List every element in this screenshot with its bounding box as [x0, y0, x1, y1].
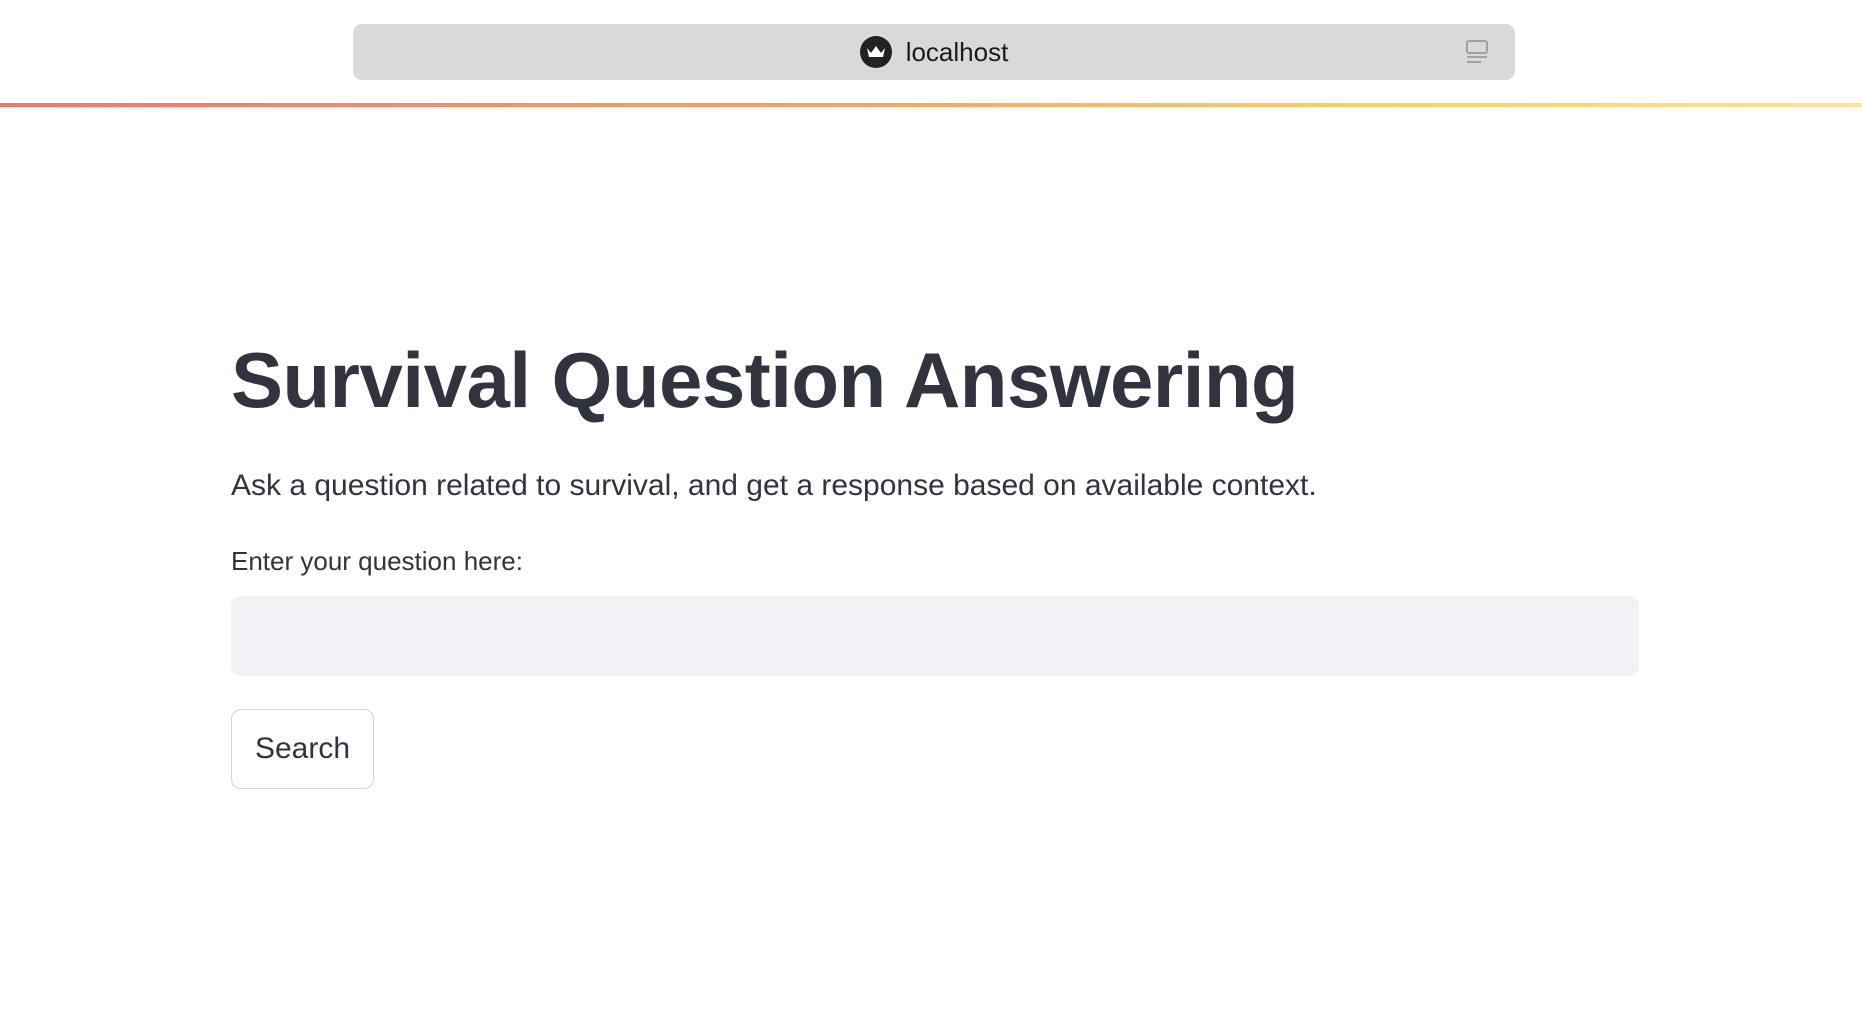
crown-icon [859, 36, 892, 68]
main-content: Survival Question Answering Ask a questi… [231, 330, 1639, 789]
search-button[interactable]: Search [231, 709, 374, 789]
address-bar[interactable]: localhost [353, 24, 1515, 80]
header-decoration-bar [0, 103, 1862, 107]
page-description: Ask a question related to survival, and … [231, 469, 1317, 502]
question-input[interactable] [231, 596, 1639, 676]
browser-toolbar: localhost [0, 0, 1862, 105]
page-title: Survival Question Answering [231, 336, 1299, 424]
url-text: localhost [905, 36, 1009, 67]
question-label: Enter your question here: [231, 546, 523, 576]
address-bar-content: localhost [353, 24, 1515, 80]
reader-view-icon[interactable] [1463, 38, 1491, 66]
